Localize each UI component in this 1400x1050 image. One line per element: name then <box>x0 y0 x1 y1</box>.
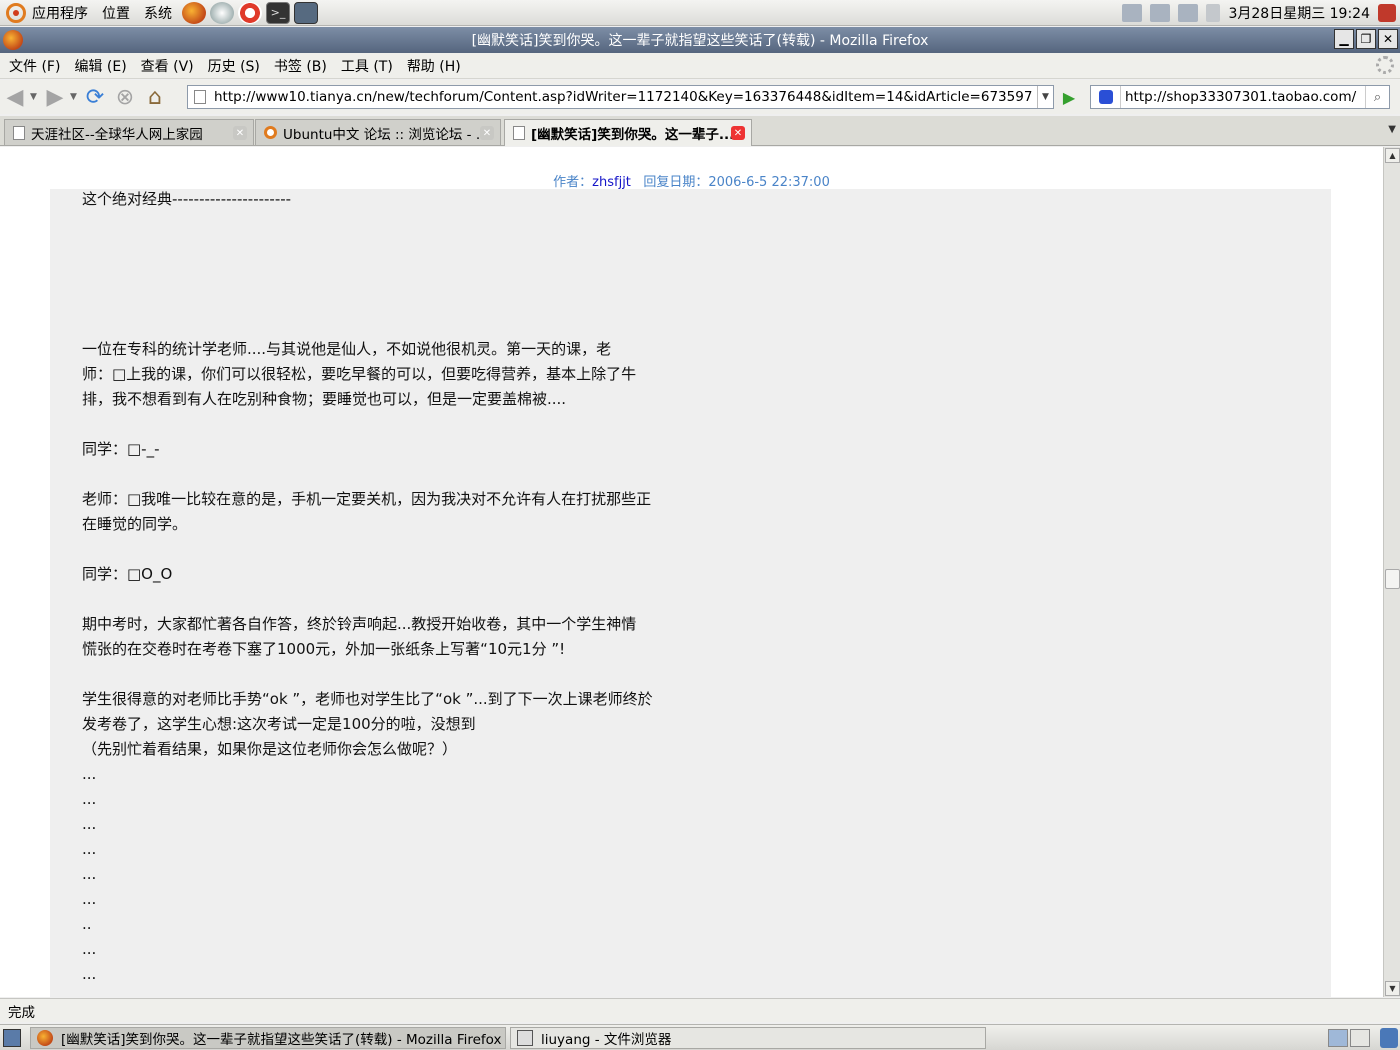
window-titlebar[interactable]: [幽默笑话]笑到你哭。这一辈子就指望这些笑话了(转载) - Mozilla Fi… <box>0 27 1400 53</box>
stop-icon[interactable]: ⊗ <box>110 82 140 112</box>
tab-label: Ubuntu中文 论坛 :: 浏览论坛 - ... <box>283 126 489 143</box>
network-icon[interactable] <box>1178 4 1199 22</box>
url-text[interactable]: http://www10.tianya.cn/new/techforum/Con… <box>214 89 1032 105</box>
window-controls: ▁ ❐ ✕ <box>1334 29 1398 49</box>
throbber-icon <box>1376 56 1394 74</box>
page-icon <box>13 125 25 140</box>
go-arrow-icon[interactable]: ▶ <box>1060 88 1078 107</box>
ubuntu-logo-icon <box>6 2 26 23</box>
vertical-scrollbar[interactable]: ▲ ▼ <box>1383 147 1400 997</box>
forward-dropdown-icon[interactable]: ▼ <box>70 92 80 102</box>
url-dropdown-icon[interactable]: ▼ <box>1037 86 1053 108</box>
status-bar: 完成 <box>0 998 1400 1022</box>
menu-tools[interactable]: 工具 (T) <box>341 56 393 76</box>
trash-icon[interactable] <box>1380 1028 1398 1048</box>
panel-tray: 3月28日星期三 19:24 <box>1122 0 1400 26</box>
places-menu[interactable]: 位置 <box>102 3 130 23</box>
search-input[interactable] <box>1121 89 1357 105</box>
panel-menu: 应用程序 位置 系统 <box>0 2 172 23</box>
scrollbar-thumb[interactable] <box>1385 569 1400 589</box>
close-tab-icon[interactable]: ✕ <box>480 126 494 140</box>
tab-bar: 天涯社区--全球华人网上家园 ✕ Ubuntu中文 论坛 :: 浏览论坛 - .… <box>0 116 1400 146</box>
tab-label: [幽默笑话]笑到你哭。这一辈子... <box>531 127 735 143</box>
url-bar[interactable]: http://www10.tianya.cn/new/techforum/Con… <box>187 85 1054 109</box>
window-launcher-icon[interactable] <box>294 1 318 24</box>
tab-ubuntu-forum[interactable]: Ubuntu中文 论坛 :: 浏览论坛 - ... ✕ <box>255 119 501 145</box>
minimize-button[interactable]: ▁ <box>1334 29 1354 49</box>
taskbar-item-firefox[interactable]: [幽默笑话]笑到你哭。这一辈子就指望这些笑话了(转载) - Mozilla Fi… <box>30 1027 506 1049</box>
menu-file[interactable]: 文件 (F) <box>9 56 60 76</box>
launchers: >_ <box>182 1 318 24</box>
home-icon[interactable]: ⌂ <box>140 82 170 112</box>
back-arrow-icon[interactable]: ◀ <box>0 82 30 112</box>
post-body: 这个绝对经典---------------------- 一位在专科的统计学老师… <box>82 190 653 983</box>
show-desktop-icon[interactable] <box>3 1029 21 1047</box>
window-title: [幽默笑话]笑到你哭。这一辈子就指望这些笑话了(转载) - Mozilla Fi… <box>471 33 929 49</box>
file-browser-icon <box>517 1030 533 1046</box>
clock[interactable]: 3月28日星期三 19:24 <box>1228 3 1370 23</box>
quit-icon[interactable] <box>1378 4 1396 22</box>
evolution-launcher-icon[interactable] <box>210 1 234 24</box>
page-icon <box>513 126 525 140</box>
menu-view[interactable]: 查看 (V) <box>141 56 194 76</box>
taskbar-item-file-browser[interactable]: liuyang - 文件浏览器 <box>510 1027 986 1049</box>
reload-icon[interactable]: ⟳ <box>80 82 110 112</box>
taskbar-item-label: [幽默笑话]笑到你哭。这一辈子就指望这些笑话了(转载) - Mozilla Fi… <box>61 1032 502 1048</box>
applications-menu[interactable]: 应用程序 <box>6 2 88 23</box>
firefox-launcher-icon[interactable] <box>182 1 206 24</box>
firefox-icon <box>37 1030 53 1046</box>
tab-label: 天涯社区--全球华人网上家园 <box>31 126 203 143</box>
update-notifier-icon[interactable] <box>1122 4 1143 22</box>
help-launcher-icon[interactable] <box>238 1 262 24</box>
menu-bookmarks[interactable]: 书签 (B) <box>274 56 327 76</box>
status-text: 完成 <box>8 1004 35 1021</box>
menu-edit[interactable]: 编辑 (E) <box>74 56 126 76</box>
system-menu[interactable]: 系统 <box>144 3 172 23</box>
taskbar-item-label: liuyang - 文件浏览器 <box>541 1032 672 1048</box>
page-icon <box>194 90 206 104</box>
volume-icon[interactable] <box>1206 4 1221 22</box>
scroll-down-icon[interactable]: ▼ <box>1385 981 1400 996</box>
forward-arrow-icon[interactable]: ▶ <box>40 82 70 112</box>
close-tab-icon[interactable]: ✕ <box>731 126 745 140</box>
tab-joke-post[interactable]: [幽默笑话]笑到你哭。这一辈子... ✕ <box>504 119 752 146</box>
workspace-1[interactable] <box>1328 1029 1348 1047</box>
menubar: 文件 (F) 编辑 (E) 查看 (V) 历史 (S) 书签 (B) 工具 (T… <box>0 53 1400 79</box>
firefox-icon[interactable] <box>3 30 23 50</box>
top-panel: 应用程序 位置 系统 >_ 3月28日星期三 19:24 <box>0 0 1400 26</box>
tab-tianya[interactable]: 天涯社区--全球华人网上家园 ✕ <box>4 119 254 145</box>
workspace-2[interactable] <box>1350 1029 1370 1047</box>
ubuntu-icon <box>264 126 277 139</box>
maximize-button[interactable]: ❐ <box>1356 29 1376 49</box>
printer-icon[interactable] <box>1150 4 1171 22</box>
terminal-launcher-icon[interactable]: >_ <box>266 1 290 24</box>
navigation-toolbar: ◀ ▼ ▶ ▼ ⟳ ⊗ ⌂ http://www10.tianya.cn/new… <box>0 80 1400 114</box>
applications-menu-label: 应用程序 <box>32 5 88 22</box>
search-icon[interactable]: ⌕ <box>1365 86 1389 108</box>
places-menu-label: 位置 <box>102 5 130 22</box>
bottom-panel: [幽默笑话]笑到你哭。这一辈子就指望这些笑话了(转载) - Mozilla Fi… <box>0 1024 1400 1050</box>
back-dropdown-icon[interactable]: ▼ <box>30 92 40 102</box>
system-menu-label: 系统 <box>144 5 172 22</box>
close-tab-icon[interactable]: ✕ <box>233 126 247 140</box>
page-viewport: 作者：zhsfjjt 回复日期：2006-6-5 22:37:00 这个绝对经典… <box>0 147 1383 997</box>
tab-list-icon[interactable]: ▼ <box>1388 124 1396 135</box>
menu-help[interactable]: 帮助 (H) <box>407 56 461 76</box>
search-engine-icon[interactable] <box>1091 86 1121 108</box>
menu-history[interactable]: 历史 (S) <box>208 56 260 76</box>
close-button[interactable]: ✕ <box>1378 29 1398 49</box>
search-bar[interactable]: ⌕ <box>1090 85 1390 109</box>
scroll-up-icon[interactable]: ▲ <box>1385 148 1400 163</box>
